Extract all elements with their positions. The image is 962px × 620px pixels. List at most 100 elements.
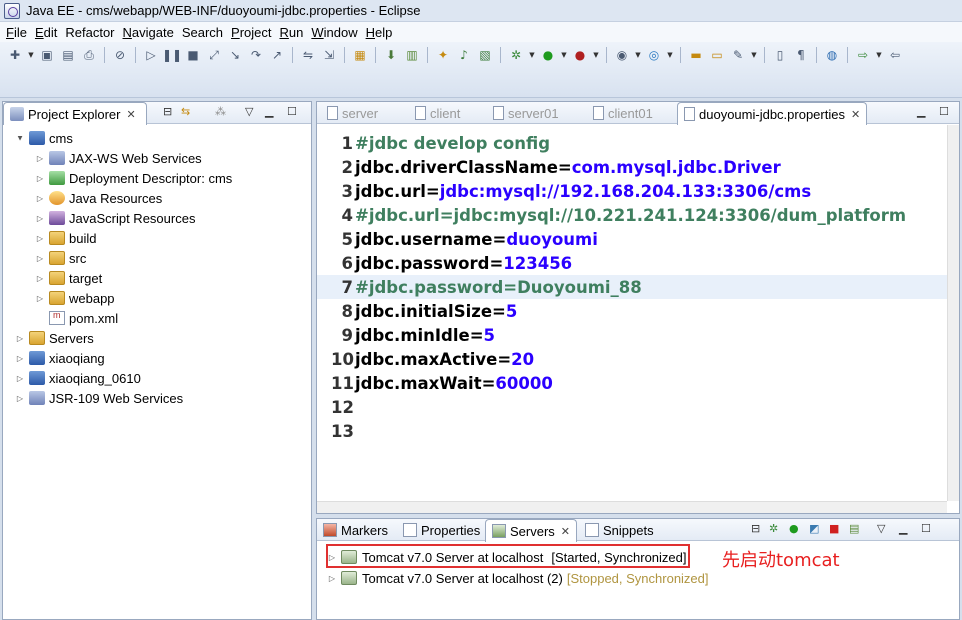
tree-item[interactable]: pom.xml <box>35 308 118 328</box>
menu-item[interactable]: File <box>4 25 33 40</box>
tab-editor-file[interactable]: duoyoumi-jdbc.properties ✕ <box>677 102 868 125</box>
expand-right-icon[interactable]: ▷ <box>35 194 45 203</box>
resume-icon[interactable]: ▷ <box>142 46 160 64</box>
expand-right-icon[interactable]: ▷ <box>35 234 45 243</box>
new-servlet-icon[interactable]: ▧ <box>476 46 494 64</box>
new-java-dropdown-icon[interactable]: ▼ <box>666 51 674 59</box>
server-row[interactable]: ▷ Tomcat v7.0 Server at localhost (2) [Sto… <box>327 568 709 588</box>
print-icon[interactable]: ⎙ <box>80 46 98 64</box>
open-folder-icon[interactable]: ▬ <box>687 46 705 64</box>
close-icon[interactable]: ✕ <box>126 108 135 121</box>
disconnect-icon[interactable]: ⤢ <box>205 46 223 64</box>
tree-item[interactable]: ▷ Servers <box>15 328 94 348</box>
minimize-icon[interactable]: ▁ <box>917 105 925 118</box>
tab-editor-file[interactable]: client <box>409 102 466 124</box>
maximize-icon[interactable]: ☐ <box>287 105 297 118</box>
step-over-icon[interactable]: ↷ <box>247 46 265 64</box>
step-return-icon[interactable]: ↗ <box>268 46 286 64</box>
debug-dropdown-icon[interactable]: ▼ <box>528 51 536 59</box>
tree-item[interactable]: ▷ Java Resources <box>35 188 162 208</box>
tree-item[interactable]: ▷ webapp <box>35 288 115 308</box>
tab-properties[interactable]: Properties <box>397 519 486 541</box>
view-menu-icon[interactable]: ▽ <box>877 522 885 535</box>
suspend-icon[interactable]: ❚❚ <box>162 46 182 64</box>
close-icon[interactable]: ✕ <box>851 108 860 121</box>
expand-right-icon[interactable]: ▷ <box>35 154 45 163</box>
debug-server-icon[interactable]: ✲ <box>769 522 778 535</box>
save-all-icon[interactable]: ▤ <box>59 46 77 64</box>
new-icon[interactable]: ✚ <box>6 46 24 64</box>
tab-editor-file[interactable]: server01 <box>487 102 565 124</box>
new-java-ee-icon[interactable]: ♪ <box>455 46 473 64</box>
expand-right-icon[interactable]: ▷ <box>15 394 25 403</box>
stop-server-icon[interactable]: ■ <box>829 522 839 535</box>
tree-item[interactable]: ▷ xiaoqiang <box>15 348 105 368</box>
open-type-icon[interactable]: ▦ <box>351 46 369 64</box>
link-with-editor-icon[interactable]: ⇆ <box>181 105 190 118</box>
maximize-icon[interactable]: ☐ <box>939 105 949 118</box>
publish-icon[interactable]: ▤ <box>849 522 859 535</box>
run-icon[interactable]: ● <box>539 46 557 64</box>
tab-markers[interactable]: Markers <box>317 519 394 541</box>
back-icon[interactable]: ⇦ <box>886 46 904 64</box>
tree-item[interactable]: ▲ cms <box>15 128 73 148</box>
tab-servers[interactable]: Servers ✕ <box>485 519 578 542</box>
save-icon[interactable]: ▣ <box>38 46 56 64</box>
horizontal-scrollbar[interactable] <box>317 501 947 513</box>
tab-editor-file[interactable]: client01 <box>587 102 659 124</box>
tree-item[interactable]: ▷ target <box>35 268 102 288</box>
build-icon[interactable]: ⬇ <box>382 46 400 64</box>
open-task-icon[interactable]: ▭ <box>708 46 726 64</box>
filter-icon[interactable]: ⁂ <box>215 105 226 118</box>
toggle-mark-icon[interactable]: ¶ <box>792 46 810 64</box>
run-dropdown-icon[interactable]: ▼ <box>560 51 568 59</box>
tree-item[interactable]: ▷ xiaoqiang_0610 <box>15 368 141 388</box>
menu-item[interactable]: Project <box>229 25 277 40</box>
tree-item[interactable]: ▷ src <box>35 248 86 268</box>
view-menu-icon[interactable]: ▽ <box>245 105 253 118</box>
drop-to-frame-icon[interactable]: ⇲ <box>320 46 338 64</box>
close-icon[interactable]: ✕ <box>561 525 570 538</box>
tree-item[interactable]: ▷ build <box>35 228 97 248</box>
collapse-all-icon[interactable]: ⊟ <box>163 105 172 118</box>
external-tools-dropdown-icon[interactable]: ▼ <box>592 51 600 59</box>
tree-item[interactable]: ▷ JavaScript Resources <box>35 208 196 228</box>
expand-right-icon[interactable]: ▷ <box>35 174 45 183</box>
menu-item[interactable]: Window <box>309 25 363 40</box>
new-java-class-icon[interactable]: ◎ <box>645 46 663 64</box>
vertical-scrollbar[interactable] <box>947 125 959 501</box>
minimize-icon[interactable]: ▁ <box>899 522 907 535</box>
expand-right-icon[interactable]: ▷ <box>35 214 45 223</box>
start-server-icon[interactable]: ● <box>789 522 799 535</box>
skip-breakpoints-icon[interactable]: ⊘ <box>111 46 129 64</box>
menu-item[interactable]: Edit <box>33 25 63 40</box>
debug-icon[interactable]: ✲ <box>507 46 525 64</box>
expand-right-icon[interactable]: ▷ <box>15 374 25 383</box>
terminate-icon[interactable]: ■ <box>184 46 202 64</box>
search-icon[interactable]: ✎ <box>729 46 747 64</box>
external-tools-icon[interactable]: ● <box>571 46 589 64</box>
expand-right-icon[interactable]: ▷ <box>327 574 337 583</box>
tree-item[interactable]: ▷ JAX-WS Web Services <box>35 148 202 168</box>
server-icon[interactable]: ▥ <box>403 46 421 64</box>
next-annotation-dropdown-icon[interactable]: ▼ <box>875 51 883 59</box>
use-step-filters-icon[interactable]: ⇋ <box>299 46 317 64</box>
tab-editor-file[interactable]: server <box>321 102 384 124</box>
tree-item[interactable]: ▷ JSR-109 Web Services <box>15 388 183 408</box>
new-class-dropdown-icon[interactable]: ▼ <box>634 51 642 59</box>
expand-right-icon[interactable]: ▷ <box>35 254 45 263</box>
expand-right-icon[interactable]: ▷ <box>15 334 25 343</box>
tree-item[interactable]: ▷ Deployment Descriptor: cms <box>35 168 232 188</box>
profile-server-icon[interactable]: ◩ <box>809 522 819 535</box>
tab-project-explorer[interactable]: Project Explorer ✕ <box>3 102 147 125</box>
menu-item[interactable]: Navigate <box>121 25 180 40</box>
next-annotation-icon[interactable]: ⇨ <box>854 46 872 64</box>
search-dropdown-icon[interactable]: ▼ <box>750 51 758 59</box>
minimize-icon[interactable]: ▁ <box>265 105 273 118</box>
new-class-wizard-icon[interactable]: ◉ <box>613 46 631 64</box>
web-browser-icon[interactable]: ◍ <box>823 46 841 64</box>
expand-down-icon[interactable]: ▲ <box>15 134 25 143</box>
menu-item[interactable]: Search <box>180 25 229 40</box>
new-dropdown-icon[interactable]: ▼ <box>27 51 35 59</box>
new-web-project-icon[interactable]: ✦ <box>434 46 452 64</box>
